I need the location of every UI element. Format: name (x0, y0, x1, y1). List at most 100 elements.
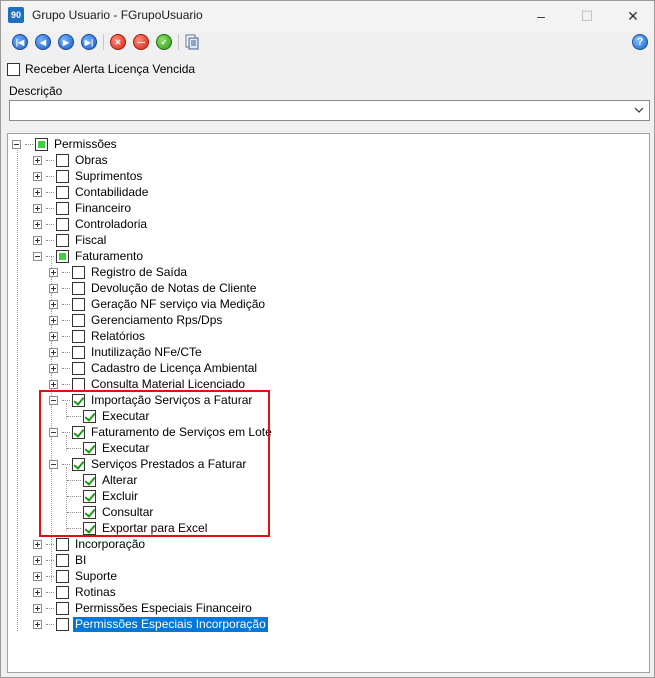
tree-node-suprimentos[interactable]: Suprimentos (33, 168, 144, 184)
expand-icon[interactable] (49, 283, 58, 293)
tree-checkbox[interactable] (56, 601, 69, 615)
last-record-button[interactable]: ▶| (81, 34, 97, 50)
tree-checkbox[interactable] (72, 265, 85, 279)
expand-icon[interactable] (33, 219, 42, 229)
tree-checkbox[interactable] (56, 153, 69, 167)
tree-connector (46, 559, 54, 561)
tree-node-root[interactable]: Permissões (12, 136, 119, 152)
close-icon: ✕ (627, 8, 639, 24)
tree-node-financeiro[interactable]: Financeiro (33, 200, 133, 216)
tree-node-contabilidade[interactable]: Contabilidade (33, 184, 150, 200)
cancel-button[interactable]: ✕ (110, 34, 126, 50)
tree-node-label: Registro de Saída (91, 264, 188, 279)
maximize-icon: ☐ (580, 8, 594, 24)
expand-icon[interactable] (49, 363, 58, 373)
tree-node-fiscal[interactable]: Fiscal (33, 232, 108, 248)
tree-checkbox[interactable] (56, 169, 69, 183)
tree-node-geracao-nf[interactable]: Geração NF serviço via Medição (49, 296, 267, 312)
collapse-icon[interactable] (12, 139, 21, 149)
last-record-icon: ▶| (84, 38, 94, 47)
alert-checkbox[interactable] (7, 62, 20, 76)
tree-checkbox[interactable] (56, 185, 69, 199)
confirm-button[interactable]: ✓ (156, 34, 172, 50)
tree-node-controladoria[interactable]: Controladoria (33, 216, 149, 232)
tree-node-relatorios[interactable]: Relatórios (49, 328, 147, 344)
expand-icon[interactable] (49, 315, 58, 325)
close-button[interactable]: ✕ (610, 1, 655, 31)
tree-node-faturamento[interactable]: Faturamento (33, 248, 145, 264)
tree-node-permissoes-incorporacao[interactable]: Permissões Especiais Incorporação (33, 616, 268, 632)
descricao-combobox[interactable] (9, 100, 650, 121)
expand-icon[interactable] (33, 587, 42, 597)
help-button[interactable]: ? (632, 34, 648, 50)
tree-node-label: Faturamento (75, 248, 144, 263)
tree-node-label: Financeiro (75, 200, 132, 215)
expand-icon[interactable] (33, 619, 42, 629)
delete-button[interactable]: — (133, 34, 149, 50)
tree-connector (46, 239, 54, 241)
confirm-icon: ✓ (160, 38, 168, 47)
alert-checkbox-row[interactable]: Receber Alerta Licença Vencida (7, 62, 195, 76)
tree-checkbox[interactable] (72, 297, 85, 311)
expand-icon[interactable] (33, 171, 42, 181)
minimize-button[interactable]: – (518, 1, 564, 31)
tree-node-registro-saida[interactable]: Registro de Saída (49, 264, 189, 280)
chevron-down-icon[interactable] (633, 104, 645, 116)
tree-connector (46, 543, 54, 545)
delete-icon: — (137, 38, 145, 47)
tree-node-rotinas[interactable]: Rotinas (33, 584, 118, 600)
tree-checkbox[interactable] (72, 345, 85, 359)
toolbar-separator (178, 34, 179, 50)
expand-icon[interactable] (33, 571, 42, 581)
tree-checkbox[interactable] (72, 377, 85, 391)
tree-node-devolucao[interactable]: Devolução de Notas de Cliente (49, 280, 258, 296)
tree-node-bi[interactable]: BI (33, 552, 88, 568)
tree-node-label: Devolução de Notas de Cliente (91, 280, 257, 295)
descricao-label: Descrição (9, 84, 63, 98)
tree-checkbox[interactable] (72, 313, 85, 327)
highlight-box (39, 390, 270, 537)
tree-checkbox[interactable] (56, 585, 69, 599)
expand-icon[interactable] (49, 331, 58, 341)
tree-checkbox[interactable] (56, 537, 69, 551)
expand-icon[interactable] (33, 539, 42, 549)
tree-connector (46, 591, 54, 593)
tree-checkbox[interactable] (72, 329, 85, 343)
tree-connector (46, 575, 54, 577)
report-button[interactable] (184, 34, 200, 50)
previous-record-button[interactable]: ◀ (35, 34, 51, 50)
maximize-button[interactable]: ☐ (564, 1, 610, 31)
collapse-icon[interactable] (33, 251, 42, 261)
expand-icon[interactable] (33, 187, 42, 197)
expand-icon[interactable] (33, 603, 42, 613)
tree-node-suporte[interactable]: Suporte (33, 568, 119, 584)
first-record-button[interactable]: |◀ (12, 34, 28, 50)
tree-checkbox[interactable] (56, 233, 69, 247)
help-icon: ? (636, 36, 644, 48)
tree-node-permissoes-financeiro[interactable]: Permissões Especiais Financeiro (33, 600, 254, 616)
tree-node-inutilizacao[interactable]: Inutilização NFe/CTe (49, 344, 204, 360)
expand-icon[interactable] (33, 155, 42, 165)
tree-checkbox[interactable] (56, 553, 69, 567)
expand-icon[interactable] (33, 203, 42, 213)
next-record-button[interactable]: ▶ (58, 34, 74, 50)
expand-icon[interactable] (33, 235, 42, 245)
tree-node-obras[interactable]: Obras (33, 152, 110, 168)
tree-checkbox[interactable] (72, 361, 85, 375)
tree-checkbox[interactable] (56, 569, 69, 583)
tree-checkbox[interactable] (56, 201, 69, 215)
tree-node-cadastro-licenca[interactable]: Cadastro de Licença Ambiental (49, 360, 259, 376)
expand-icon[interactable] (49, 347, 58, 357)
tree-checkbox[interactable] (56, 617, 69, 631)
expand-icon[interactable] (49, 379, 58, 389)
expand-icon[interactable] (49, 267, 58, 277)
tree-checkbox[interactable] (56, 249, 69, 263)
tree-checkbox[interactable] (56, 217, 69, 231)
expand-icon[interactable] (49, 299, 58, 309)
tree-node-gerenciamento-rps[interactable]: Gerenciamento Rps/Dps (49, 312, 224, 328)
tree-node-incorporacao[interactable]: Incorporação (33, 536, 147, 552)
tree-connector (62, 319, 70, 321)
tree-checkbox[interactable] (35, 137, 48, 151)
tree-checkbox[interactable] (72, 281, 85, 295)
expand-icon[interactable] (33, 555, 42, 565)
